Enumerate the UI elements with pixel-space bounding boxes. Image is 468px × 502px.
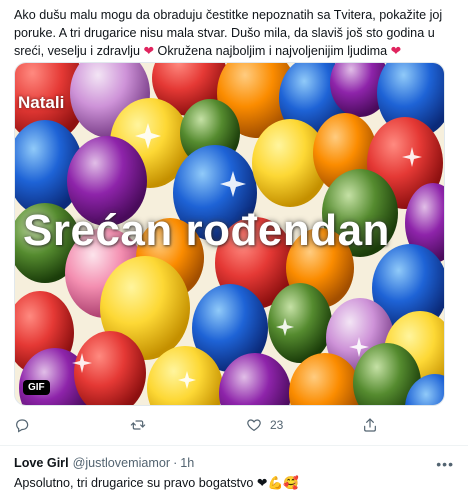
reply-button[interactable]: [14, 417, 30, 433]
more-options-icon[interactable]: •••: [436, 456, 454, 472]
divider: [0, 445, 468, 446]
heart-icon: [247, 419, 261, 432]
like-count: 23: [270, 418, 284, 432]
reply-text: Apsolutno, tri drugarice su pravo bogats…: [14, 475, 454, 491]
reply-tweet[interactable]: Love Girl @justlovemiamor · 1h ••• Apsol…: [14, 456, 454, 491]
share-button[interactable]: [362, 417, 378, 433]
reply-emojis: ❤💪🥰: [256, 476, 299, 490]
reply-header: Love Girl @justlovemiamor · 1h: [14, 456, 454, 470]
reply-author-handle[interactable]: @justlovemiamor: [73, 456, 170, 470]
gif-watermark: Natali: [18, 93, 65, 112]
reply-icon: [16, 419, 29, 433]
red-heart-emoji: ❤: [143, 44, 155, 58]
reply-timestamp[interactable]: 1h: [180, 456, 194, 470]
gif-media[interactable]: Natali Srećan rođendan GIF: [14, 62, 445, 406]
tweet-text: Ako dušu malu mogu da obraduju čestitke …: [14, 6, 444, 60]
tweet-text-part2: Okružena najboljim i najvoljenijim ljudi…: [154, 44, 391, 58]
reply-text-body: Apsolutno, tri drugarice su pravo bogats…: [14, 476, 257, 490]
reply-separator: ·: [173, 456, 178, 470]
red-heart-emoji: ❤: [390, 44, 402, 58]
retweet-button[interactable]: [130, 417, 146, 433]
gif-title-text: Srećan rođendan: [23, 206, 390, 255]
share-icon: [364, 418, 376, 432]
retweet-icon: [130, 420, 146, 430]
reply-author-name[interactable]: Love Girl: [14, 456, 69, 470]
gif-badge: GIF: [23, 380, 50, 395]
like-button[interactable]: 23: [246, 417, 283, 433]
tweet-actions: 23: [14, 414, 444, 436]
